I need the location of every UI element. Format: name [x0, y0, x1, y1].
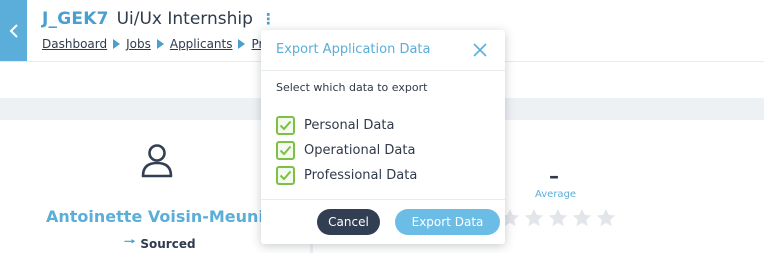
applicant-status: 🠒 Sourced: [124, 233, 196, 253]
person-outline-icon: [141, 144, 173, 178]
breadcrumb-dashboard[interactable]: Dashboard: [42, 37, 107, 51]
star-rating[interactable]: [499, 207, 619, 229]
checkmark-icon: [279, 145, 292, 156]
breadcrumb-applicants[interactable]: Applicants: [170, 37, 233, 51]
checkbox-label: Operational Data: [304, 143, 416, 158]
job-header: J_GEK7 Ui/Ux Internship ⋮: [42, 9, 276, 29]
export-data-button[interactable]: Export Data: [395, 209, 500, 235]
star-icon[interactable]: [595, 207, 617, 229]
checkmark-icon: [279, 170, 292, 181]
checkbox-label: Personal Data: [304, 118, 395, 133]
checkbox-operational-data[interactable]: Operational Data: [276, 141, 415, 160]
breadcrumb-separator-icon: [238, 39, 246, 49]
arrow-right-icon: 🠒: [124, 235, 136, 250]
checkbox[interactable]: [276, 166, 295, 185]
modal-footer-divider: [261, 199, 505, 200]
checkbox-personal-data[interactable]: Personal Data: [276, 116, 394, 135]
checkbox[interactable]: [276, 141, 295, 160]
checkbox-label: Professional Data: [304, 168, 418, 183]
checkbox-professional-data[interactable]: Professional Data: [276, 166, 417, 185]
checkbox[interactable]: [276, 116, 295, 135]
modal-title: Export Application Data: [276, 42, 431, 57]
checkmark-icon: [279, 120, 292, 131]
star-icon[interactable]: [523, 207, 545, 229]
export-modal: Export Application Data Select which dat…: [261, 30, 505, 244]
breadcrumb: Dashboard Jobs Applicants Pr: [42, 37, 263, 51]
back-button[interactable]: [0, 0, 27, 62]
breadcrumb-separator-icon: [156, 39, 164, 49]
close-icon[interactable]: [470, 40, 490, 60]
breadcrumb-separator-icon: [113, 39, 121, 49]
modal-subtitle: Select which data to export: [276, 81, 428, 94]
star-icon[interactable]: [571, 207, 593, 229]
modal-header: Export Application Data: [261, 30, 505, 71]
star-icon[interactable]: [547, 207, 569, 229]
chevron-left-icon: [9, 24, 18, 38]
status-label: Sourced: [140, 237, 196, 251]
breadcrumb-jobs[interactable]: Jobs: [126, 37, 151, 51]
rating-value: –: [549, 164, 559, 188]
cancel-button[interactable]: Cancel: [317, 209, 380, 235]
job-title: Ui/Ux Internship: [116, 9, 253, 29]
applicant-name: Antoinette Voisin-Meunie: [46, 207, 275, 226]
rating-label: Average: [535, 189, 577, 200]
job-code: J_GEK7: [42, 9, 109, 29]
kebab-vertical-icon[interactable]: ⋮: [261, 10, 276, 28]
